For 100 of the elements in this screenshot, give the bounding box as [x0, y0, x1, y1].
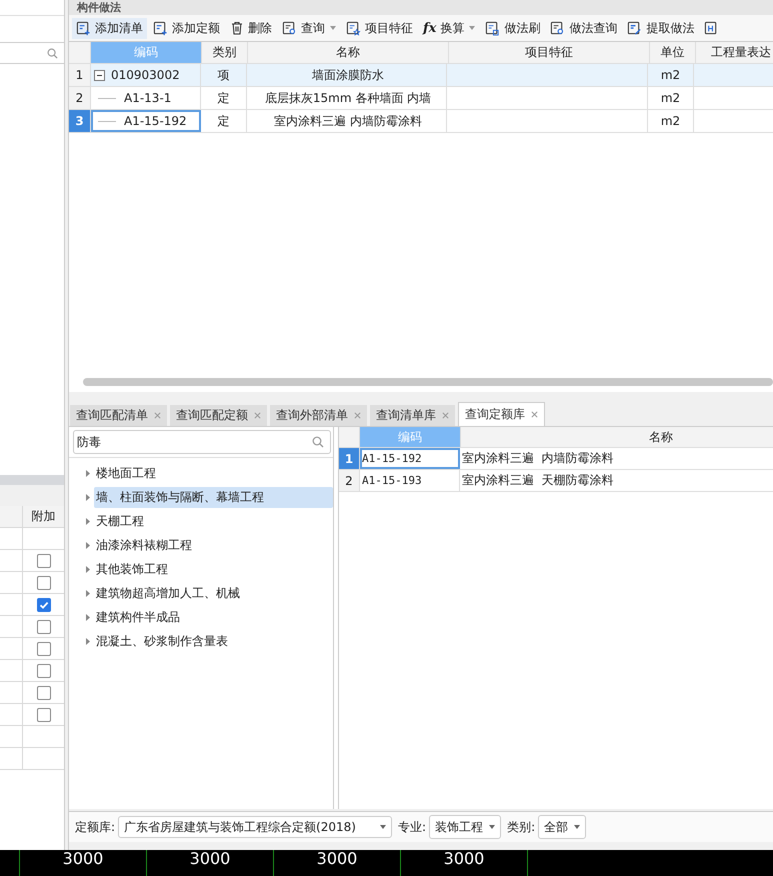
function-icon: fx — [423, 20, 436, 36]
tree-item[interactable]: 建筑物超高增加人工、机械 — [94, 582, 333, 604]
checkbox[interactable] — [36, 554, 50, 568]
column-header: 单位 — [650, 42, 696, 63]
column-header: 工程量表达 — [696, 42, 773, 63]
checkbox[interactable] — [36, 642, 50, 656]
column-header: 名称 — [248, 42, 449, 63]
expand-arrow-icon[interactable] — [86, 542, 90, 548]
filter-label: 类别: — [507, 818, 536, 836]
caret-icon — [574, 825, 580, 829]
table-cell: 室内涂料三遍 内墙防霉涂料 — [274, 112, 422, 130]
close-icon — [154, 412, 161, 419]
tree-item[interactable]: 墙、柱面装饰与隔断、幕墙工程 — [94, 486, 333, 508]
search-icon — [312, 436, 324, 448]
tab[interactable]: 查询匹配定额 — [170, 405, 267, 426]
checkbox[interactable] — [36, 620, 50, 634]
table-cell: m2 — [660, 68, 680, 82]
tree-item[interactable]: 其他装饰工程 — [94, 558, 333, 580]
close-icon — [354, 412, 361, 419]
close-icon — [531, 411, 538, 418]
table-cell: 室内涂料三遍 天棚防霉涂料 — [462, 472, 614, 489]
toolbar-button[interactable]: 添加定额 — [149, 18, 224, 38]
row-number[interactable]: 2 — [69, 87, 91, 109]
table-cell: A1-13-1 — [124, 91, 172, 105]
tab[interactable]: 查询定额库 — [458, 402, 545, 426]
scrollbar-thumb[interactable] — [83, 378, 773, 386]
tree-item[interactable]: 楼地面工程 — [94, 462, 333, 484]
dimension-label: 3000 — [62, 850, 104, 870]
filter-label: 定额库: — [75, 818, 116, 836]
document-search-icon — [550, 20, 566, 36]
toolbar-button[interactable]: 提取做法 — [623, 18, 698, 38]
expand-arrow-icon[interactable] — [86, 590, 90, 596]
row-number[interactable]: 2 — [339, 470, 360, 491]
dimension-label: 3000 — [316, 850, 358, 870]
dimension-label: 3000 — [444, 850, 484, 870]
checkbox[interactable] — [36, 598, 50, 612]
column-header: 类别 — [202, 42, 248, 63]
document-add-icon — [153, 20, 168, 36]
table-cell: m2 — [660, 91, 680, 105]
tab[interactable]: 查询清单库 — [370, 405, 455, 426]
close-icon — [254, 412, 261, 419]
checkbox[interactable] — [36, 664, 50, 678]
document-brush-icon — [485, 20, 500, 36]
dropdown[interactable]: 全部 — [538, 815, 586, 839]
checkbox[interactable] — [36, 686, 50, 700]
dropdown[interactable]: 广东省房屋建筑与装饰工程综合定额(2018) — [118, 816, 392, 838]
tree-item[interactable]: 建筑构件半成品 — [94, 606, 333, 628]
row-number[interactable]: 1 — [69, 64, 91, 86]
expand-arrow-icon[interactable] — [86, 470, 90, 476]
row-number[interactable]: 1 — [339, 448, 360, 469]
table-cell: m2 — [660, 114, 680, 128]
table-cell: A1-15-192 — [362, 452, 422, 465]
document-pen-icon — [627, 20, 642, 36]
dimension-label: 3000 — [190, 850, 230, 870]
toolbar-button[interactable]: 做法刷 — [481, 18, 544, 38]
column-header: 编码 — [91, 42, 202, 63]
expand-arrow-icon[interactable] — [86, 638, 90, 644]
toolbar-button[interactable]: 添加清单 — [72, 18, 147, 38]
caret-icon — [380, 825, 386, 829]
toolbar-button[interactable]: fx 换算 — [419, 18, 480, 38]
expand-arrow-icon[interactable] — [86, 614, 90, 620]
column-header: 编码 — [360, 427, 461, 447]
search-field[interactable]: 防毒 — [73, 430, 331, 454]
collapse-toggle[interactable] — [94, 70, 105, 80]
column-header: 项目特征 — [449, 42, 650, 63]
caret-icon — [489, 825, 496, 829]
table-cell: A1-15-193 — [362, 474, 422, 487]
checkbox[interactable] — [36, 576, 50, 590]
row-number[interactable]: 3 — [69, 110, 91, 132]
table-cell: 定 — [218, 90, 230, 106]
toolbar-button[interactable]: 查询 — [278, 18, 340, 38]
expand-arrow-icon[interactable] — [86, 566, 90, 572]
dropdown[interactable]: 装饰工程 — [429, 815, 502, 839]
column-header: 名称 — [461, 427, 773, 447]
document-search-icon — [282, 20, 297, 36]
tree-item[interactable]: 油漆涂料裱糊工程 — [94, 534, 333, 556]
trash-icon — [230, 21, 244, 35]
expand-arrow-icon[interactable] — [86, 494, 90, 500]
tab[interactable]: 查询外部清单 — [270, 405, 367, 426]
table-cell: 项 — [218, 66, 230, 84]
tree-item[interactable]: 天棚工程 — [94, 510, 333, 532]
toolbar-button[interactable]: 项目特征 — [342, 18, 417, 38]
panel-header — [0, 475, 64, 485]
table-cell: 墙面涂膜防水 — [312, 66, 384, 84]
toolbar-button[interactable]: 删除 — [226, 18, 276, 38]
close-icon — [442, 412, 449, 419]
panel-title: 构件做法 — [76, 1, 121, 15]
table-cell: A1-15-192 — [124, 114, 187, 128]
list-add-icon — [76, 20, 91, 36]
column-header: 附加 — [30, 508, 56, 525]
tab[interactable]: 查询匹配清单 — [70, 405, 167, 426]
tree-item[interactable]: 混凝土、砂浆制作含量表 — [94, 630, 333, 652]
table-cell: 定 — [218, 112, 230, 130]
toolbar-button[interactable]: 做法查询 — [546, 18, 622, 38]
table-cell: 底层抹灰15mm 各种墙面 内墙 — [264, 90, 432, 106]
caret-icon — [330, 26, 336, 30]
expand-arrow-icon[interactable] — [86, 518, 90, 524]
checkbox[interactable] — [36, 708, 50, 722]
search-icon — [47, 48, 58, 58]
filter-label: 专业: — [398, 818, 426, 836]
